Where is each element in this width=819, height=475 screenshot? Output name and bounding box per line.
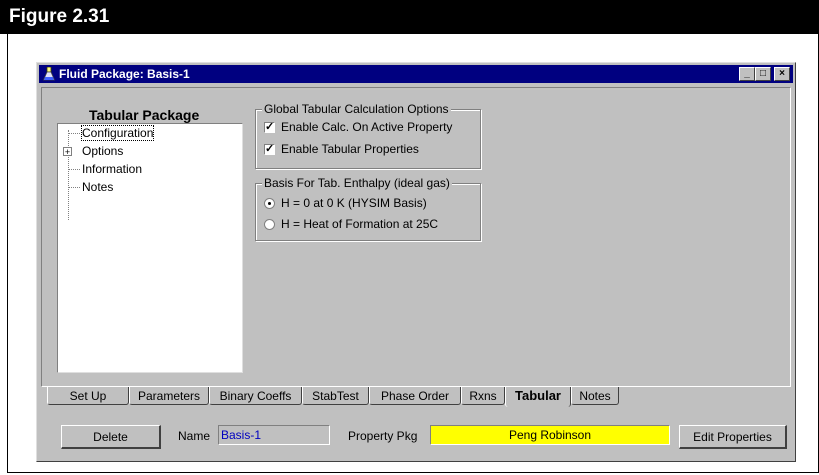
- navigation-tree[interactable]: Configuration + Options Information Note…: [57, 123, 243, 373]
- radio-hysim-basis[interactable]: H = 0 at 0 K (HYSIM Basis): [264, 196, 427, 210]
- close-button[interactable]: ×: [774, 67, 790, 81]
- radio-unselected-icon: [264, 218, 275, 230]
- enthalpy-basis-group: Basis For Tab. Enthalpy (ideal gas) H = …: [255, 176, 481, 241]
- tree-item-label: Options: [82, 144, 124, 158]
- tab-phase-order[interactable]: Phase Order: [369, 387, 461, 405]
- edit-properties-button[interactable]: Edit Properties: [679, 425, 787, 449]
- radio-selected-icon: [264, 197, 275, 209]
- tree-item-configuration[interactable]: Configuration: [68, 125, 155, 141]
- radio-heat-of-formation[interactable]: H = Heat of Formation at 25C: [264, 217, 438, 231]
- tab-binary-coeffs[interactable]: Binary Coeffs: [209, 387, 302, 405]
- minimize-button[interactable]: _: [739, 67, 755, 81]
- flask-icon: [43, 67, 55, 81]
- enable-tabular-label: Enable Tabular Properties: [281, 142, 419, 156]
- radio-hysim-label: H = 0 at 0 K (HYSIM Basis): [281, 196, 427, 210]
- tree-item-notes[interactable]: Notes: [68, 180, 114, 194]
- enable-calc-label: Enable Calc. On Active Property: [281, 120, 453, 134]
- tree-connector: [68, 130, 69, 220]
- enable-tabular-checkbox[interactable]: ✓ Enable Tabular Properties: [264, 142, 419, 156]
- fluid-package-window: Fluid Package: Basis-1 _ □ × Tabular Pac…: [36, 62, 796, 462]
- tree-header: Tabular Package: [89, 107, 200, 123]
- figure-title: Figure 2.31: [9, 6, 110, 27]
- checkbox-check-icon: ✓: [264, 142, 275, 155]
- tree-item-information[interactable]: Information: [68, 162, 143, 176]
- enable-calc-checkbox[interactable]: ✓ Enable Calc. On Active Property: [264, 120, 452, 134]
- property-pkg-label: Property Pkg: [348, 429, 418, 443]
- expand-plus-icon[interactable]: +: [63, 147, 72, 157]
- enthalpy-basis-legend: Basis For Tab. Enthalpy (ideal gas): [262, 176, 452, 190]
- tab-rxns[interactable]: Rxns: [461, 387, 505, 405]
- global-options-group: Global Tabular Calculation Options ✓ Ena…: [255, 102, 481, 169]
- checkbox-check-icon: ✓: [264, 120, 275, 133]
- delete-button[interactable]: Delete: [61, 425, 161, 449]
- name-label: Name: [178, 429, 211, 443]
- tree-item-label: Configuration: [80, 125, 155, 141]
- tab-set-up[interactable]: Set Up: [47, 387, 129, 405]
- global-options-legend: Global Tabular Calculation Options: [262, 102, 451, 116]
- tree-item-label: Notes: [82, 180, 114, 194]
- tree-item-label: Information: [82, 162, 143, 176]
- property-pkg-field[interactable]: Peng Robinson: [430, 425, 670, 445]
- tree-item-options[interactable]: Options: [82, 144, 123, 158]
- tab-notes[interactable]: Notes: [571, 387, 619, 405]
- radio-heat-label: H = Heat of Formation at 25C: [281, 217, 439, 231]
- figure-banner: Figure 2.31: [0, 0, 819, 34]
- window-titlebar[interactable]: Fluid Package: Basis-1 _ □ ×: [39, 65, 793, 83]
- window-title: Fluid Package: Basis-1: [59, 67, 190, 81]
- tab-parameters[interactable]: Parameters: [129, 387, 209, 405]
- maximize-button[interactable]: □: [755, 67, 771, 81]
- tab-stabtest[interactable]: StabTest: [302, 387, 369, 405]
- name-field[interactable]: Basis-1: [218, 425, 330, 445]
- tab-tabular[interactable]: Tabular: [505, 387, 571, 407]
